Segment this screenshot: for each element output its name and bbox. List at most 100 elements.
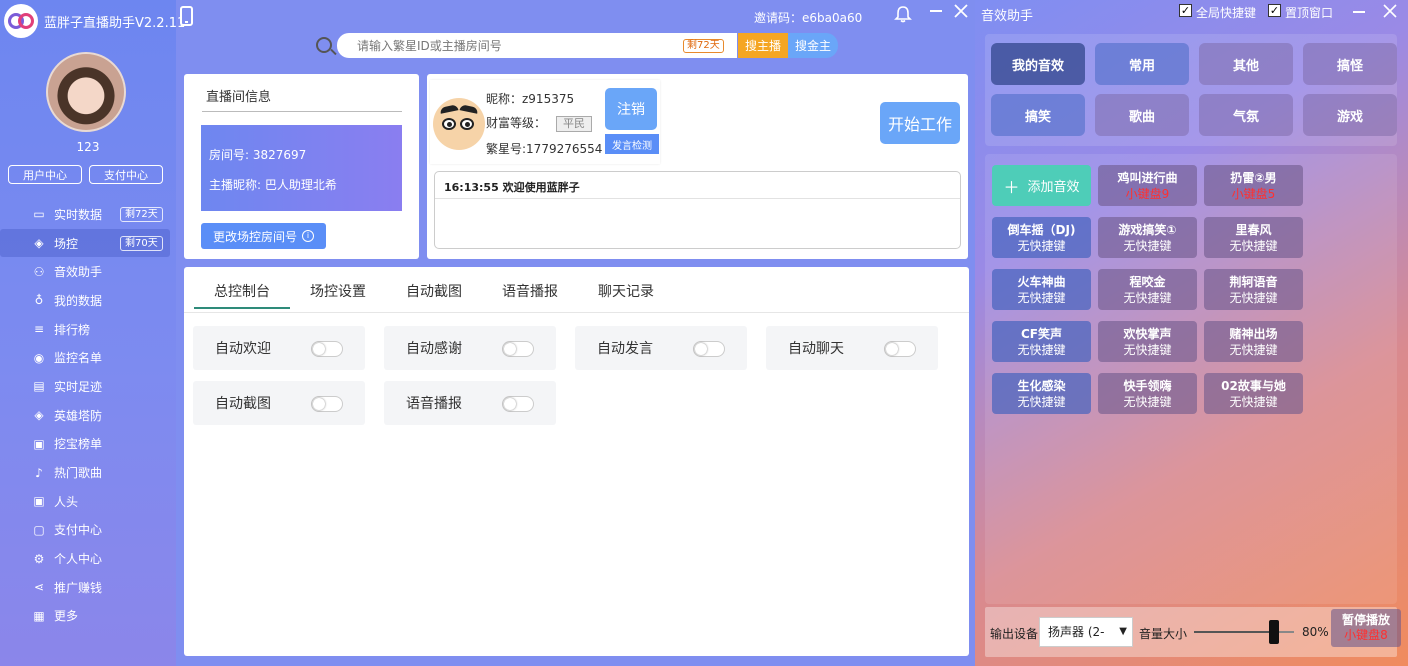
toggle-switch[interactable]: [884, 341, 916, 357]
category-tab-1[interactable]: 我的音效: [991, 43, 1085, 85]
toggle-switch[interactable]: [502, 341, 534, 357]
gift-icon: ▣: [33, 436, 45, 451]
category-tab-7[interactable]: 气氛: [1199, 94, 1293, 136]
output-device-select[interactable]: 扬声器 (2- ▼: [1039, 617, 1133, 647]
sidebar-item-8[interactable]: ◈ 英雄塔防: [0, 401, 176, 430]
username: 123: [76, 140, 100, 154]
toggle-switch[interactable]: [502, 396, 534, 412]
switch-card: 自动发言: [575, 326, 747, 370]
toggle-switch[interactable]: [311, 341, 343, 357]
sidebar-item-11[interactable]: ▣ 人头: [0, 487, 176, 516]
gear-icon: ⚙: [33, 551, 45, 566]
sound-effect-button[interactable]: 倒车摇（DJ) 无快捷键: [992, 217, 1091, 258]
sound-effect-name: 里春风: [1235, 222, 1272, 237]
host-nickname: 主播昵称: 巴人助理北希: [209, 178, 337, 192]
message-log: 16:13:55 欢迎使用蓝胖子: [434, 171, 961, 249]
logo-row: 蓝胖子直播助手V2.2.11: [4, 4, 185, 38]
category-tab-4[interactable]: 搞怪: [1303, 43, 1397, 85]
bell-icon[interactable]: [894, 5, 912, 23]
toggle-switch[interactable]: [693, 341, 725, 357]
sound-effect-button[interactable]: 里春风 无快捷键: [1204, 217, 1303, 258]
sidebar-item-4[interactable]: ♁ 我的数据: [0, 286, 176, 315]
category-tab-6[interactable]: 歌曲: [1095, 94, 1189, 136]
start-work-button[interactable]: 开始工作: [880, 102, 960, 144]
sidebar-item-5[interactable]: ≡ 排行榜: [0, 315, 176, 344]
global-hotkey-label: 全局快捷键: [1196, 6, 1257, 20]
minimize-icon[interactable]: [930, 10, 942, 12]
logout-button[interactable]: 注销: [605, 88, 657, 130]
add-effect-label: 添加音效: [1027, 180, 1080, 195]
switch-card: 自动感谢: [384, 326, 556, 370]
tab-1[interactable]: 总控制台: [194, 281, 290, 309]
sidebar-item-label: 英雄塔防: [54, 408, 103, 423]
sound-effect-name: 02故事与她: [1221, 378, 1286, 393]
user-card: 昵称：z915375 财富等级： 平民 繁星号:1779276554 注销 发言检…: [427, 74, 968, 259]
sound-effect-button[interactable]: 欢快掌声 无快捷键: [1098, 321, 1197, 362]
tab-bar: 总控制台 场控设置 自动截图 语音播报 聊天记录: [194, 281, 674, 309]
minimize-icon[interactable]: [1353, 11, 1365, 13]
sidebar-item-7[interactable]: ▤ 实时足迹: [0, 372, 176, 401]
sidebar-item-3[interactable]: ⚇ 音效助手: [0, 257, 176, 286]
avatar[interactable]: [46, 52, 126, 132]
category-tab-2[interactable]: 常用: [1095, 43, 1189, 85]
close-icon[interactable]: [953, 3, 969, 19]
ranking-icon: ≡: [33, 322, 45, 337]
search-host-button[interactable]: 搜主播: [738, 33, 788, 58]
close-icon[interactable]: [1383, 4, 1397, 18]
pause-playback-button[interactable]: 暂停播放 小键盘8: [1331, 609, 1401, 647]
sidebar-item-10[interactable]: ♪ 热门歌曲: [0, 458, 176, 487]
sound-effect-button[interactable]: 生化感染 无快捷键: [992, 373, 1091, 414]
category-tab-5[interactable]: 搞笑: [991, 94, 1085, 136]
sound-effect-button[interactable]: 程咬金 无快捷键: [1098, 269, 1197, 310]
sidebar-item-15[interactable]: ▦ 更多: [0, 602, 176, 631]
sound-effect-name: 生化感染: [1017, 378, 1066, 393]
sidebar-item-12[interactable]: ▢ 支付中心: [0, 516, 176, 545]
sound-effect-name: CF笑声: [1020, 326, 1062, 341]
log-time: 16:13:55: [444, 181, 499, 194]
toggle-switch[interactable]: [311, 396, 343, 412]
phone-icon[interactable]: [180, 6, 193, 26]
profile-box: 昵称：z915375 财富等级： 平民 繁星号:1779276554 注销 发言检…: [430, 80, 660, 164]
volume-slider[interactable]: [1194, 620, 1294, 644]
sound-effect-button[interactable]: 扔雷②男 小键盘5: [1204, 165, 1303, 206]
category-tab-8[interactable]: 游戏: [1303, 94, 1397, 136]
add-effect-button[interactable]: ＋ 添加音效: [992, 165, 1091, 206]
sidebar-item-1[interactable]: ▭ 实时数据 剩72天: [0, 200, 176, 229]
speech-check-button[interactable]: 发言检测: [605, 134, 659, 154]
tab-4[interactable]: 语音播报: [482, 281, 578, 309]
volume-slider-knob[interactable]: [1269, 620, 1279, 644]
tab-5[interactable]: 聊天记录: [578, 281, 674, 309]
sound-effect-button[interactable]: 荆轲语音 无快捷键: [1204, 269, 1303, 310]
category-tab-3[interactable]: 其他: [1199, 43, 1293, 85]
sound-effect-button[interactable]: 鸡叫进行曲 小键盘9: [1098, 165, 1197, 206]
tab-3[interactable]: 自动截图: [386, 281, 482, 309]
microphone-icon: ♁: [34, 293, 44, 308]
search-icon[interactable]: [316, 37, 332, 53]
search-gold-button[interactable]: 搜金主: [788, 33, 838, 58]
output-device-value: 扬声器 (2-: [1048, 625, 1105, 639]
sound-effect-hotkey: 无快捷键: [1017, 342, 1066, 357]
sidebar-item-13[interactable]: ⚙ 个人中心: [0, 544, 176, 573]
global-hotkey-checkbox[interactable]: ✓: [1179, 4, 1192, 17]
sidebar-item-14[interactable]: ⋖ 推广赚钱: [0, 573, 176, 602]
switch-card: 自动欢迎: [193, 326, 365, 370]
sidebar-item-6[interactable]: ◉ 监控名单: [0, 343, 176, 372]
tab-2[interactable]: 场控设置: [290, 281, 386, 309]
sound-effect-button[interactable]: 游戏搞笑① 无快捷键: [1098, 217, 1197, 258]
sidebar-item-label: 热门歌曲: [54, 466, 103, 481]
change-room-button[interactable]: 更改场控房间号 i: [201, 223, 326, 249]
invite-code: 邀请码：e6ba0a60: [754, 11, 863, 25]
sound-effect-button[interactable]: CF笑声 无快捷键: [992, 321, 1091, 362]
sidebar-item-2[interactable]: ◈ 场控 剩70天: [0, 228, 170, 258]
share-icon: ⚇: [33, 264, 45, 279]
sound-effect-button[interactable]: 赌神出场 无快捷键: [1204, 321, 1303, 362]
pay-center-button[interactable]: 支付中心: [89, 165, 163, 184]
search-input[interactable]: [357, 38, 657, 53]
chevron-down-icon: ▼: [1119, 626, 1127, 637]
sound-effect-button[interactable]: 火车神曲 无快捷键: [992, 269, 1091, 310]
user-center-button[interactable]: 用户中心: [8, 165, 82, 184]
sound-effect-button[interactable]: 快手领嗨 无快捷键: [1098, 373, 1197, 414]
sound-effect-button[interactable]: 02故事与她 无快捷键: [1204, 373, 1303, 414]
sidebar-item-9[interactable]: ▣ 挖宝榜单: [0, 430, 176, 459]
always-on-top-checkbox[interactable]: ✓: [1268, 4, 1281, 17]
